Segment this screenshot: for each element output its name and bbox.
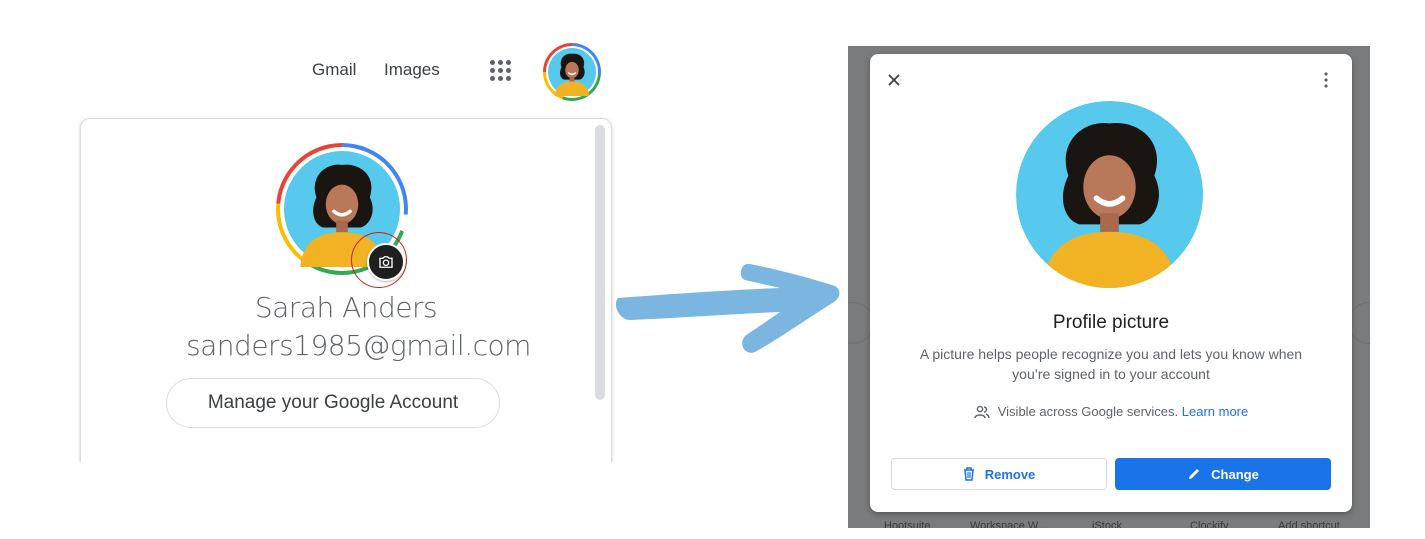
card-cutoff [70,462,630,539]
more-options-button[interactable] [1314,68,1338,92]
images-link[interactable]: Images [384,60,440,80]
profile-photo-large [1016,101,1203,288]
manage-account-button[interactable]: Manage your Google Account [166,378,500,428]
visibility-note: Visible across Google services. Learn mo… [870,404,1352,419]
shortcut-label: Hootsuite [884,520,931,528]
trash-icon [963,467,974,481]
change-button[interactable]: Change [1115,458,1331,490]
shortcut-label: Add shortcut [1278,520,1340,528]
shortcut-label: Workspace W... [970,520,1047,528]
account-popup-card: Sarah Anders sanders1985@gmail.com Manag… [80,118,612,479]
people-icon [974,405,990,418]
account-name: Sarah Anders [254,291,438,324]
gmail-link[interactable]: Gmail [312,60,356,80]
account-avatar-button[interactable] [543,43,601,101]
apps-grid-icon[interactable] [488,58,514,84]
visibility-text: Visible across Google services. [997,404,1179,419]
close-button[interactable] [882,68,906,92]
change-photo-button[interactable] [367,243,405,281]
avatar-photo [548,48,596,96]
profile-picture-dialog: Profile picture A picture helps people r… [870,54,1352,512]
shortcut-label: iStock [1092,520,1122,528]
learn-more-link[interactable]: Learn more [1182,404,1248,419]
shortcut-label: Clockify [1190,520,1229,528]
more-vertical-icon [1324,72,1328,88]
account-email: sanders1985@gmail.com [186,329,531,362]
remove-label: Remove [984,466,1036,482]
camera-icon [379,256,393,268]
remove-button[interactable]: Remove [891,458,1107,490]
pencil-icon [1189,469,1200,479]
dialog-title: Profile picture [1052,312,1170,333]
google-topbar: Gmail Images [300,43,620,101]
background-shortcuts: Hootsuite Workspace W... iStock Clockify… [848,520,1370,528]
change-label: Change [1211,466,1259,482]
dialog-description: A picture helps people recognize you and… [919,346,1303,382]
right-arrow-icon [615,263,840,353]
close-icon [888,74,900,86]
